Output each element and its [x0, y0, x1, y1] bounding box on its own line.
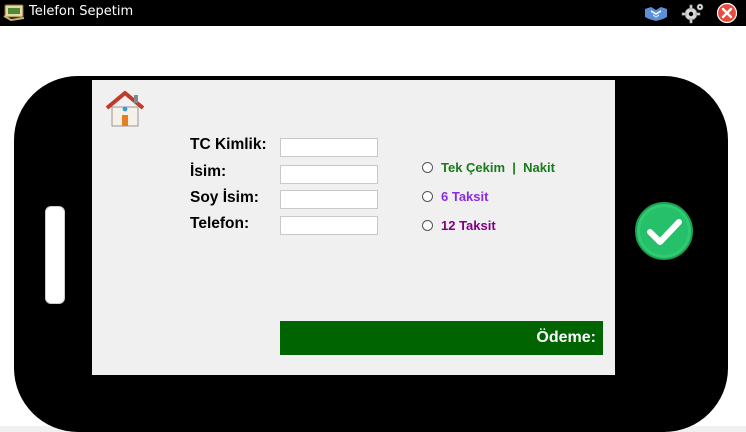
radio-button[interactable]: [422, 219, 433, 231]
payment-option-label: 12 Taksit: [441, 217, 496, 233]
payment-option-label: Tek Çekim | Nakit: [441, 159, 555, 175]
payment-option-label: 6 Taksit: [441, 188, 489, 204]
isim-input[interactable]: [280, 165, 378, 184]
isim-label: İsim:: [190, 163, 227, 180]
handshake-icon[interactable]: [644, 2, 668, 24]
radio-button[interactable]: [422, 190, 433, 202]
radio-button[interactable]: [422, 161, 433, 173]
phone-screen: TC Kimlik: İsim: Soy İsim: Telefon: Tek …: [92, 80, 615, 375]
phone-side-button: [45, 206, 65, 304]
window-title: Telefon Sepetim: [29, 4, 134, 19]
app-cart-icon: [3, 4, 25, 22]
home-icon[interactable]: [104, 90, 146, 128]
payment-option-6-installments[interactable]: 6 Taksit: [422, 187, 488, 205]
tc-kimlik-label: TC Kimlik:: [190, 136, 267, 153]
telefon-label: Telefon:: [190, 215, 250, 232]
soyisim-input[interactable]: [280, 190, 378, 209]
gear-icon[interactable]: [681, 2, 705, 24]
title-bar: Telefon Sepetim: [0, 0, 746, 26]
telefon-input[interactable]: [280, 216, 378, 235]
payment-bar: Ödeme:: [280, 321, 603, 355]
payment-option-cash[interactable]: Tek Çekim | Nakit: [422, 158, 555, 176]
payment-option-12-installments[interactable]: 12 Taksit: [422, 216, 496, 234]
tc-kimlik-input[interactable]: [280, 138, 378, 157]
close-icon[interactable]: [715, 2, 739, 24]
checkmark-icon[interactable]: [634, 201, 694, 261]
soyisim-label: Soy İsim:: [190, 189, 259, 206]
payment-label: Ödeme:: [536, 329, 596, 346]
